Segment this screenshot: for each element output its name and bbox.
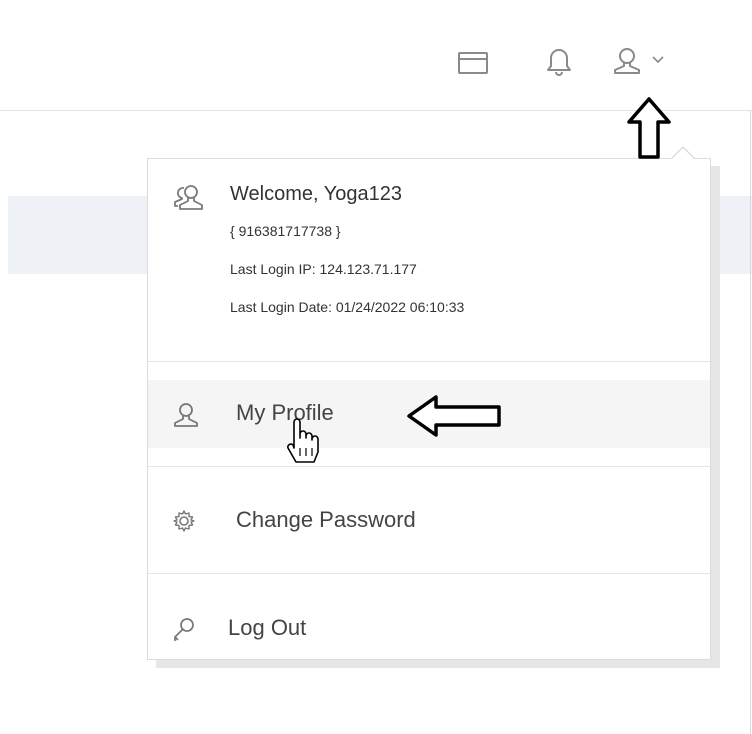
account-id: { 916381717738 } — [230, 223, 341, 239]
key-icon — [172, 617, 196, 648]
last-login-date: Last Login Date: 01/24/2022 06:10:33 — [230, 299, 465, 315]
arrow-up-icon — [626, 96, 672, 160]
change-password-label: Change Password — [236, 507, 416, 532]
card-icon[interactable] — [458, 52, 488, 74]
chevron-down-icon[interactable] — [652, 56, 664, 64]
divider — [148, 573, 710, 574]
arrow-left-icon — [406, 394, 502, 438]
top-header — [0, 0, 752, 111]
user-icon — [172, 402, 200, 433]
welcome-text: Welcome, Yoga123 — [230, 183, 402, 205]
menu-item-change-password[interactable]: Change Password — [148, 487, 710, 555]
divider — [148, 466, 710, 467]
divider — [148, 361, 710, 362]
menu-item-log-out[interactable]: Log Out — [148, 595, 710, 663]
welcome-section: Welcome, Yoga123 { 916381717738 } Last L… — [148, 159, 710, 359]
panel-edge — [750, 110, 751, 734]
last-login-ip: Last Login IP: 124.123.71.177 — [230, 261, 417, 277]
users-icon — [174, 183, 204, 218]
page: Welcome, Yoga123 { 916381717738 } Last L… — [0, 0, 752, 734]
user-menu-icon[interactable] — [612, 46, 642, 76]
bell-icon[interactable] — [546, 46, 572, 76]
log-out-label: Log Out — [228, 615, 307, 640]
dropdown-pointer-inner — [672, 148, 694, 159]
gear-icon — [172, 509, 196, 538]
hand-cursor-icon — [284, 418, 324, 466]
